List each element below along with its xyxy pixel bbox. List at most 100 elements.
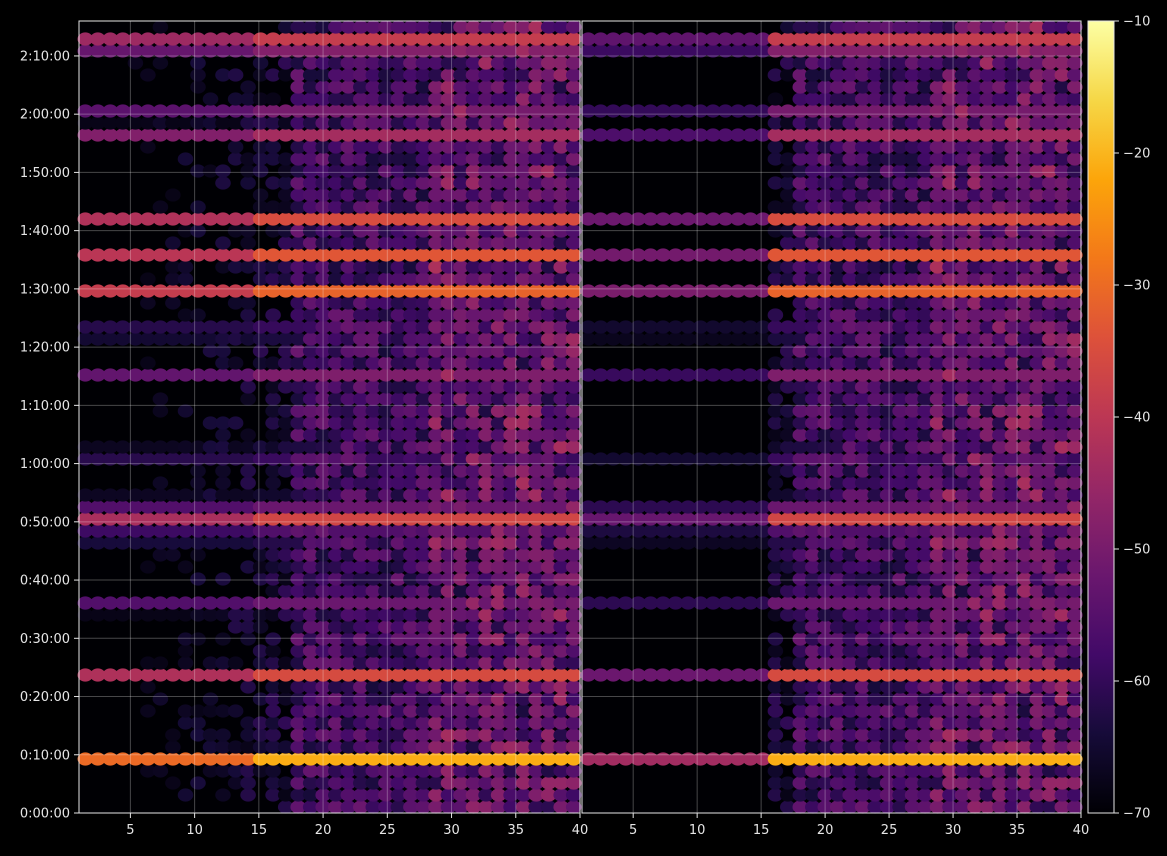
heat-cell: [565, 152, 582, 166]
heat-cell: [152, 56, 169, 70]
heat-cell: [190, 68, 206, 82]
heat-cell: [1067, 536, 1083, 550]
heat-cell: [190, 308, 206, 322]
heat-cell: [565, 188, 582, 202]
heat-cell: [215, 788, 231, 802]
heat-cell: [767, 476, 784, 490]
heat-cell: [565, 56, 582, 70]
heat-cell: [565, 92, 582, 106]
heat-cell: [215, 464, 231, 478]
y-tick-label: 1:40:00: [20, 224, 70, 239]
colorbar-gradient: [1087, 20, 1115, 814]
heat-cell: [177, 152, 194, 166]
heat-cell: [177, 788, 194, 802]
heat-cell: [177, 644, 194, 658]
heat-cell: [1067, 392, 1083, 406]
heat-cell: [565, 740, 582, 754]
heat-cell: [1067, 644, 1083, 658]
heat-cell: [565, 536, 582, 550]
heat-cell: [227, 356, 244, 370]
heat-cell: [565, 32, 582, 46]
heat-cell: [265, 476, 281, 490]
heat-cell: [152, 200, 169, 214]
heat-cell: [1067, 668, 1083, 682]
heat-cell: [1067, 152, 1083, 166]
heat-cell: [227, 140, 244, 154]
heat-cell: [565, 380, 582, 394]
heat-cell: [565, 608, 582, 622]
heat-cell: [140, 680, 156, 694]
heat-cell: [565, 200, 582, 214]
heat-cell: [565, 716, 582, 730]
y-tick-label: 2:00:00: [20, 108, 70, 123]
heat-cell: [565, 668, 582, 682]
heat-cell: [240, 476, 256, 490]
heat-cell: [140, 272, 156, 286]
heat-cell: [177, 560, 194, 574]
y-tick-label: 0:10:00: [20, 748, 70, 763]
heat-cell: [152, 656, 169, 670]
panel-2-background: [582, 21, 1081, 813]
heat-cell: [767, 728, 784, 742]
heat-cell: [165, 740, 181, 754]
heat-cell: [152, 764, 169, 778]
heat-cell: [565, 788, 582, 802]
heat-cell: [1067, 248, 1083, 262]
heat-cell: [565, 728, 582, 742]
heat-cell: [565, 140, 582, 154]
heat-cell: [565, 80, 582, 94]
heat-cell: [215, 572, 231, 586]
heat-cell: [240, 236, 256, 250]
heat-cell: [565, 164, 582, 178]
heat-cell: [240, 632, 256, 646]
heat-cell: [1067, 740, 1083, 754]
panel-1-background: [79, 21, 580, 813]
heat-cell: [565, 128, 582, 142]
y-tick-label: 1:30:00: [20, 282, 70, 297]
heat-cell: [565, 548, 582, 562]
heat-cell: [1067, 596, 1083, 610]
heat-cell: [1067, 620, 1083, 634]
heat-cell: [767, 704, 784, 718]
heat-cell: [140, 68, 156, 82]
heat-cell: [565, 68, 582, 82]
y-tick-label: 0:20:00: [20, 690, 70, 705]
heat-cell: [1067, 284, 1083, 298]
heat-cell: [215, 344, 231, 358]
heat-cell: [1067, 656, 1083, 670]
heat-cell: [265, 764, 281, 778]
heat-cell: [565, 584, 582, 598]
heat-cell: [177, 260, 194, 274]
heat-cell: [1067, 92, 1083, 106]
heat-cell: [565, 764, 582, 778]
heat-cell: [565, 800, 582, 814]
heat-cell: [565, 104, 582, 118]
heat-cell: [265, 140, 281, 154]
heat-cell: [1067, 716, 1083, 730]
heat-cell: [1067, 584, 1083, 598]
heat-cell: [767, 140, 784, 154]
heat-cell: [565, 464, 582, 478]
heat-cell: [215, 728, 231, 742]
heat-cell: [565, 236, 582, 250]
heat-cell: [1067, 260, 1083, 274]
heat-cell: [190, 716, 206, 730]
colorbar-tick-label: −40: [1123, 411, 1150, 426]
heat-cell: [1067, 380, 1083, 394]
heat-cell: [177, 272, 194, 286]
heat-cell: [1067, 176, 1083, 190]
heat-cell: [240, 428, 256, 442]
heat-cell: [190, 548, 206, 562]
heat-cell: [565, 560, 582, 574]
chart-root: 5 10 15 20 25 30 35 40 5 10 15 20 25 30 35 40 0:00:00 0:1…: [0, 0, 1167, 852]
heat-cell: [1067, 140, 1083, 154]
heat-cell: [565, 416, 582, 430]
heat-cell: [565, 176, 582, 190]
heat-cell: [265, 392, 281, 406]
heat-cell: [152, 692, 169, 706]
heat-cell: [240, 380, 256, 394]
heat-cell: [1067, 116, 1083, 130]
heat-cell: [240, 464, 256, 478]
heat-cell: [140, 140, 156, 154]
heat-cell: [1067, 296, 1083, 310]
